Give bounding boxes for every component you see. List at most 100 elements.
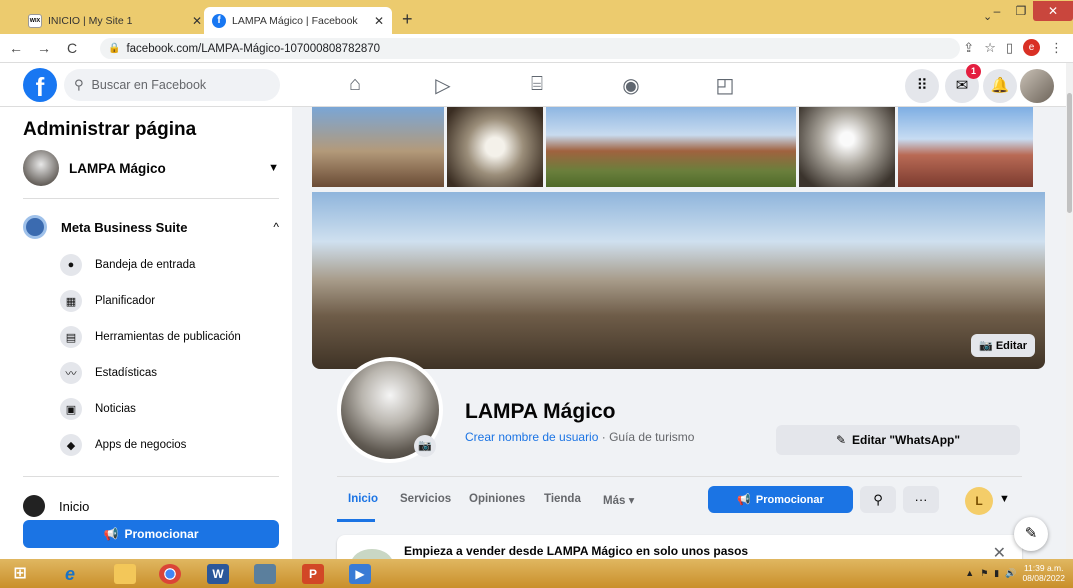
volume-icon[interactable]: 🔊 (1005, 568, 1016, 579)
sidebar-item-planner[interactable]: ▦ Planificador (60, 290, 155, 312)
browser-profile-avatar[interactable]: e (1023, 39, 1040, 56)
sidebar-item-publishing-tools[interactable]: ▤ Herramientas de publicación (60, 326, 241, 348)
calendar-icon: ▦ (60, 290, 82, 312)
meta-business-suite-toggle[interactable]: Meta Business Suite ^ (23, 215, 279, 239)
sidebar-item-label: Herramientas de publicación (95, 331, 241, 343)
minimize-icon[interactable]: – (985, 4, 1009, 18)
taskbar-photos[interactable] (245, 561, 285, 586)
sidebar-item-label: Bandeja de entrada (95, 259, 196, 271)
create-username-link[interactable]: Crear nombre de usuario (465, 430, 598, 444)
divider (23, 476, 279, 477)
photo-bridge (546, 107, 796, 187)
search-input[interactable]: ⚲ Buscar en Facebook (64, 69, 280, 101)
home-icon[interactable]: ⌂ (343, 73, 367, 97)
sidebar-item-news[interactable]: ▣ Noticias (60, 398, 136, 420)
sidebar-item-business-apps[interactable]: ◆ Apps de negocios (60, 434, 186, 456)
more-options-button[interactable]: ··· (903, 486, 939, 513)
sell-prompt-text: Empieza a vender desde LAMPA Mágico en s… (404, 544, 749, 558)
bookmark-star-icon[interactable]: ☆ (984, 40, 996, 56)
flag-icon[interactable]: ⚑ (980, 568, 988, 579)
sell-prompt-card: Empieza a vender desde LAMPA Mágico en s… (337, 535, 1022, 559)
tab-mas[interactable]: Más ▾ (603, 493, 634, 507)
window-close-icon[interactable]: ✕ (1033, 1, 1073, 21)
sidebar-item-home[interactable]: Inicio (23, 495, 89, 517)
browser-menu-icon[interactable]: ⋮ (1050, 40, 1063, 56)
caret-down-icon: ▼ (268, 162, 279, 174)
promote-label: Promocionar (755, 493, 824, 506)
close-icon[interactable]: ✕ (993, 543, 1006, 559)
page-main: 📷 Editar 📷 LAMPA Mágico Crear nombre de … (292, 107, 1066, 559)
search-page-button[interactable]: ⚲ (860, 486, 896, 513)
new-message-icon[interactable]: ✎ (1014, 517, 1048, 551)
image-viewer-icon (254, 563, 276, 584)
tab-tienda[interactable]: Tienda (544, 493, 581, 505)
notifications-bell-icon[interactable]: 🔔 (983, 69, 1017, 103)
taskbar-ie[interactable]: e (50, 561, 90, 586)
browser-tab-facebook[interactable]: f LAMPA Mágico | Facebook ✕ (204, 7, 392, 34)
tab-inicio[interactable]: Inicio (348, 493, 378, 505)
forward-icon[interactable]: → (32, 40, 56, 56)
tab-servicios[interactable]: Servicios (400, 493, 451, 505)
search-placeholder: Buscar en Facebook (91, 78, 207, 92)
acting-as-avatar[interactable]: L (965, 487, 993, 515)
back-icon[interactable]: ← (4, 40, 28, 56)
groups-icon[interactable]: ◉ (619, 73, 643, 97)
taskbar-media[interactable]: ▶ (340, 561, 380, 586)
promote-page-button[interactable]: 📢 Promocionar (708, 486, 853, 513)
system-clock[interactable]: 11:39 a.m. 08/08/2022 (1022, 563, 1065, 583)
scrollbar[interactable] (1066, 63, 1073, 559)
tab-title: INICIO | My Site 1 (48, 14, 133, 27)
tab-opiniones[interactable]: Opiniones (469, 493, 525, 505)
windows-taskbar: ⊞ e W P ▶ ▲ ⚑ ▮ 🔊 11:39 a.m. 08/08/2022 (0, 559, 1073, 588)
start-button[interactable]: ⊞ (0, 561, 40, 586)
page-name: LAMPA Mágico (69, 160, 166, 176)
word-icon: W (207, 563, 229, 584)
browser-tab-wix[interactable]: WIX INICIO | My Site 1 ✕ (20, 7, 210, 34)
watch-icon[interactable]: ▷ (431, 73, 455, 97)
menu-grid-icon[interactable]: ⠿ (905, 69, 939, 103)
reload-icon[interactable]: C (60, 40, 84, 56)
clock-date: 08/08/2022 (1022, 573, 1065, 583)
taskbar-word[interactable]: W (198, 561, 238, 586)
show-hidden-icons-icon[interactable]: ▲ (965, 568, 974, 578)
sidebar-item-inbox[interactable]: ● Bandeja de entrada (60, 254, 195, 276)
sidebar-item-label: Apps de negocios (95, 439, 187, 451)
close-tab-icon[interactable]: ✕ (374, 14, 384, 28)
address-toolbar: ← → C 🔒 facebook.com/LAMPA-Mágico-107000… (0, 34, 1073, 63)
close-tab-icon[interactable]: ✕ (192, 14, 202, 28)
publishing-icon: ▤ (60, 326, 82, 348)
meta-business-suite-icon (23, 215, 47, 239)
camera-icon[interactable]: 📷 (414, 435, 436, 457)
network-icon[interactable]: ▮ (994, 568, 999, 579)
sidebar-title: Administrar página (23, 119, 197, 140)
url-bar[interactable]: 🔒 facebook.com/LAMPA-Mágico-107000808782… (100, 38, 960, 59)
facebook-logo-icon[interactable]: f (23, 68, 57, 102)
edit-cover-button[interactable]: 📷 Editar (971, 334, 1035, 357)
edit-whatsapp-button[interactable]: ✎ Editar "WhatsApp" (776, 425, 1020, 455)
page-switcher[interactable]: LAMPA Mágico ▼ (23, 150, 279, 186)
restore-icon[interactable]: ❐ (1009, 4, 1033, 18)
gaming-icon[interactable]: ◰ (713, 73, 737, 97)
stats-icon: 〰 (60, 362, 82, 384)
promote-button[interactable]: 📢 Promocionar (23, 520, 279, 548)
active-tab-indicator (337, 519, 375, 522)
caret-down-icon[interactable]: ▼ (999, 493, 1010, 505)
photo-altar (447, 107, 543, 187)
scrollbar-thumb[interactable] (1067, 93, 1072, 213)
side-panel-icon[interactable]: ▯ (1006, 40, 1013, 56)
marketplace-icon[interactable]: ⌸ (525, 73, 549, 97)
taskbar-powerpoint[interactable]: P (293, 561, 333, 586)
account-avatar[interactable] (1020, 69, 1054, 103)
pencil-icon: ✎ (835, 433, 846, 447)
new-tab-icon[interactable]: + (402, 9, 413, 30)
manage-page-sidebar: Administrar página LAMPA Mágico ▼ Meta B… (0, 107, 292, 559)
photo-plaza (312, 107, 444, 187)
media-player-icon: ▶ (349, 563, 371, 584)
wix-favicon-icon: WIX (28, 13, 42, 28)
share-icon[interactable]: ⇪ (963, 40, 974, 56)
taskbar-chrome[interactable] (150, 561, 190, 586)
window-controls: – ❐ ✕ (985, 0, 1073, 22)
taskbar-explorer[interactable] (105, 561, 145, 586)
sidebar-item-stats[interactable]: 〰 Estadísticas (60, 362, 157, 384)
tab-title: LAMPA Mágico | Facebook (232, 14, 358, 27)
